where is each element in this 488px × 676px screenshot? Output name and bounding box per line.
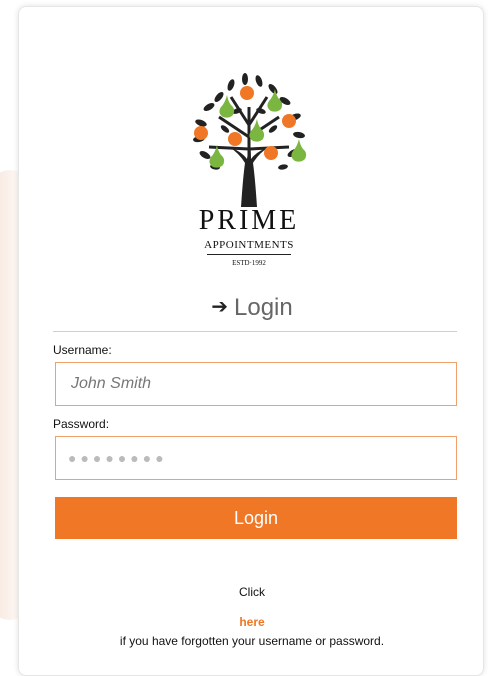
username-label: Username: xyxy=(53,343,112,357)
login-heading: ➔ Login xyxy=(19,294,485,322)
brand-subtitle: APPOINTMENTS xyxy=(204,239,294,251)
sign-in-icon: ➔ xyxy=(211,296,229,318)
tree-logo-icon xyxy=(193,73,307,207)
password-label: Password: xyxy=(53,417,110,431)
brand-divider xyxy=(207,254,291,255)
login-heading-text: Login xyxy=(234,294,293,321)
brand-established: ESTD·1992 xyxy=(232,259,266,267)
forgot-credentials-text: if you have forgotten your username or p… xyxy=(119,634,385,648)
heading-divider xyxy=(53,331,457,332)
forgot-credentials-link[interactable]: here xyxy=(19,615,485,629)
click-text: Click xyxy=(239,585,265,599)
login-button[interactable]: Login xyxy=(55,497,457,539)
login-card: PRIME APPOINTMENTS ESTD·1992 ➔ Login User… xyxy=(18,6,484,676)
brand-name: PRIME xyxy=(198,205,300,236)
password-input[interactable]: ●●●●●●●● xyxy=(55,436,457,480)
username-input[interactable]: John Smith xyxy=(55,362,457,406)
prime-appointments-logo: PRIME APPOINTMENTS ESTD·1992 xyxy=(179,67,319,277)
